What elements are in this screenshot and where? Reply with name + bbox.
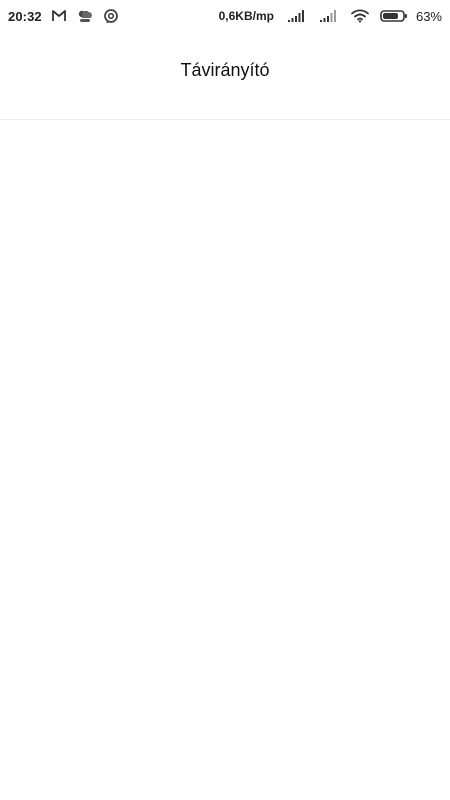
weather-icon [76, 7, 94, 25]
signal-icon-2 [316, 7, 340, 25]
battery-icon [380, 7, 408, 25]
app-bar: Távirányító [0, 32, 450, 120]
sync-icon [102, 7, 120, 25]
status-bar-left: 20:32 [8, 0, 120, 32]
status-time: 20:32 [8, 8, 42, 24]
wifi-icon [348, 7, 372, 25]
network-speed: 0,6KB/mp [218, 9, 274, 23]
screen: 20:32 0,6KB/mp 63% Távirányító [0, 0, 450, 800]
status-bar-right: 0,6KB/mp 63% [219, 0, 442, 32]
gmail-icon [50, 7, 68, 25]
signal-icon [284, 7, 308, 25]
status-bar: 20:32 0,6KB/mp 63% [0, 0, 450, 32]
battery-percentage: 63% [415, 8, 442, 24]
page-title: Távirányító [180, 60, 270, 80]
content-area [0, 120, 450, 800]
